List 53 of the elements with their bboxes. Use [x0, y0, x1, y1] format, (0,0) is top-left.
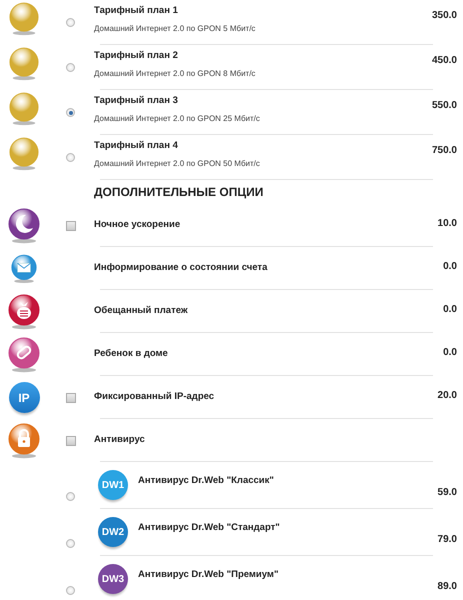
- option-checkbox[interactable]: [66, 392, 76, 402]
- section-heading: ДОПОЛНИТЕЛЬНЫЕ ОПЦИИ: [93, 184, 264, 201]
- option-price: 0.0: [443, 261, 457, 272]
- option-title: Информирование о состоянии счета: [94, 262, 268, 272]
- product-badge: DW2: [98, 517, 128, 547]
- plan-description: Домашний Интернет 2.0 по GPON 50 Мбит/с: [94, 159, 261, 168]
- padlock-icon: [8, 422, 40, 458]
- ip-badge: IP: [8, 382, 40, 413]
- coin-icon: [9, 137, 39, 171]
- antivirus-title: Антивирус Dr.Web "Стандарт": [138, 521, 281, 533]
- bandage-icon: [8, 336, 40, 372]
- option-title: Ребенок в доме: [94, 348, 168, 358]
- option-checkbox[interactable]: [66, 220, 76, 230]
- plan-radio[interactable]: [66, 63, 75, 72]
- plan-radio[interactable]: [66, 153, 75, 162]
- option-price: 0.0: [443, 347, 457, 358]
- option-checkbox[interactable]: [66, 436, 76, 446]
- option-price: 10.0: [438, 218, 457, 229]
- plan-price: 350.0: [430, 9, 458, 23]
- antivirus-radio[interactable]: [66, 586, 75, 595]
- plan-title: Тарифный план 2: [94, 50, 179, 61]
- option-title: Фиксированный IP-адрес: [94, 390, 214, 402]
- plan-radio[interactable]: [66, 108, 75, 117]
- money-bag-icon: [8, 294, 40, 330]
- plan-description: Домашний Интернет 2.0 по GPON 5 Мбит/с: [94, 24, 256, 33]
- option-title: Антивирус: [94, 434, 145, 444]
- plan-title: Тарифный план 3: [94, 95, 179, 106]
- plan-price: 750.0: [430, 144, 458, 158]
- antivirus-radio[interactable]: [66, 539, 75, 548]
- option-title: Обещанный платеж: [94, 304, 188, 316]
- coin-icon: [9, 92, 39, 126]
- antivirus-title: Антивирус Dr.Web "Премиум": [138, 568, 280, 580]
- plan-price: 450.0: [430, 54, 458, 68]
- plan-title: Тарифный план 4: [94, 140, 179, 151]
- option-title: Ночное ускорение: [94, 218, 180, 230]
- product-badge: DW1: [98, 470, 128, 500]
- antivirus-price: 89.0: [436, 580, 458, 594]
- plan-price: 550.0: [430, 99, 458, 113]
- plan-radio[interactable]: [66, 18, 75, 27]
- product-badge: DW3: [98, 564, 128, 594]
- coin-icon: [9, 2, 39, 36]
- antivirus-price: 59.0: [436, 486, 458, 500]
- plan-description: Домашний Интернет 2.0 по GPON 25 Мбит/с: [94, 114, 261, 123]
- antivirus-price: 79.0: [436, 533, 458, 547]
- plan-description: Домашний Интернет 2.0 по GPON 8 Мбит/с: [94, 69, 256, 78]
- antivirus-title: Антивирус Dr.Web "Классик": [138, 474, 275, 486]
- option-price: 20.0: [438, 390, 457, 401]
- option-price: 0.0: [443, 304, 457, 315]
- envelope-icon: [11, 254, 37, 284]
- coin-icon: [9, 47, 39, 81]
- antivirus-radio[interactable]: [66, 492, 75, 501]
- moon-icon: [8, 208, 40, 244]
- plan-title: Тарифный план 1: [94, 5, 179, 16]
